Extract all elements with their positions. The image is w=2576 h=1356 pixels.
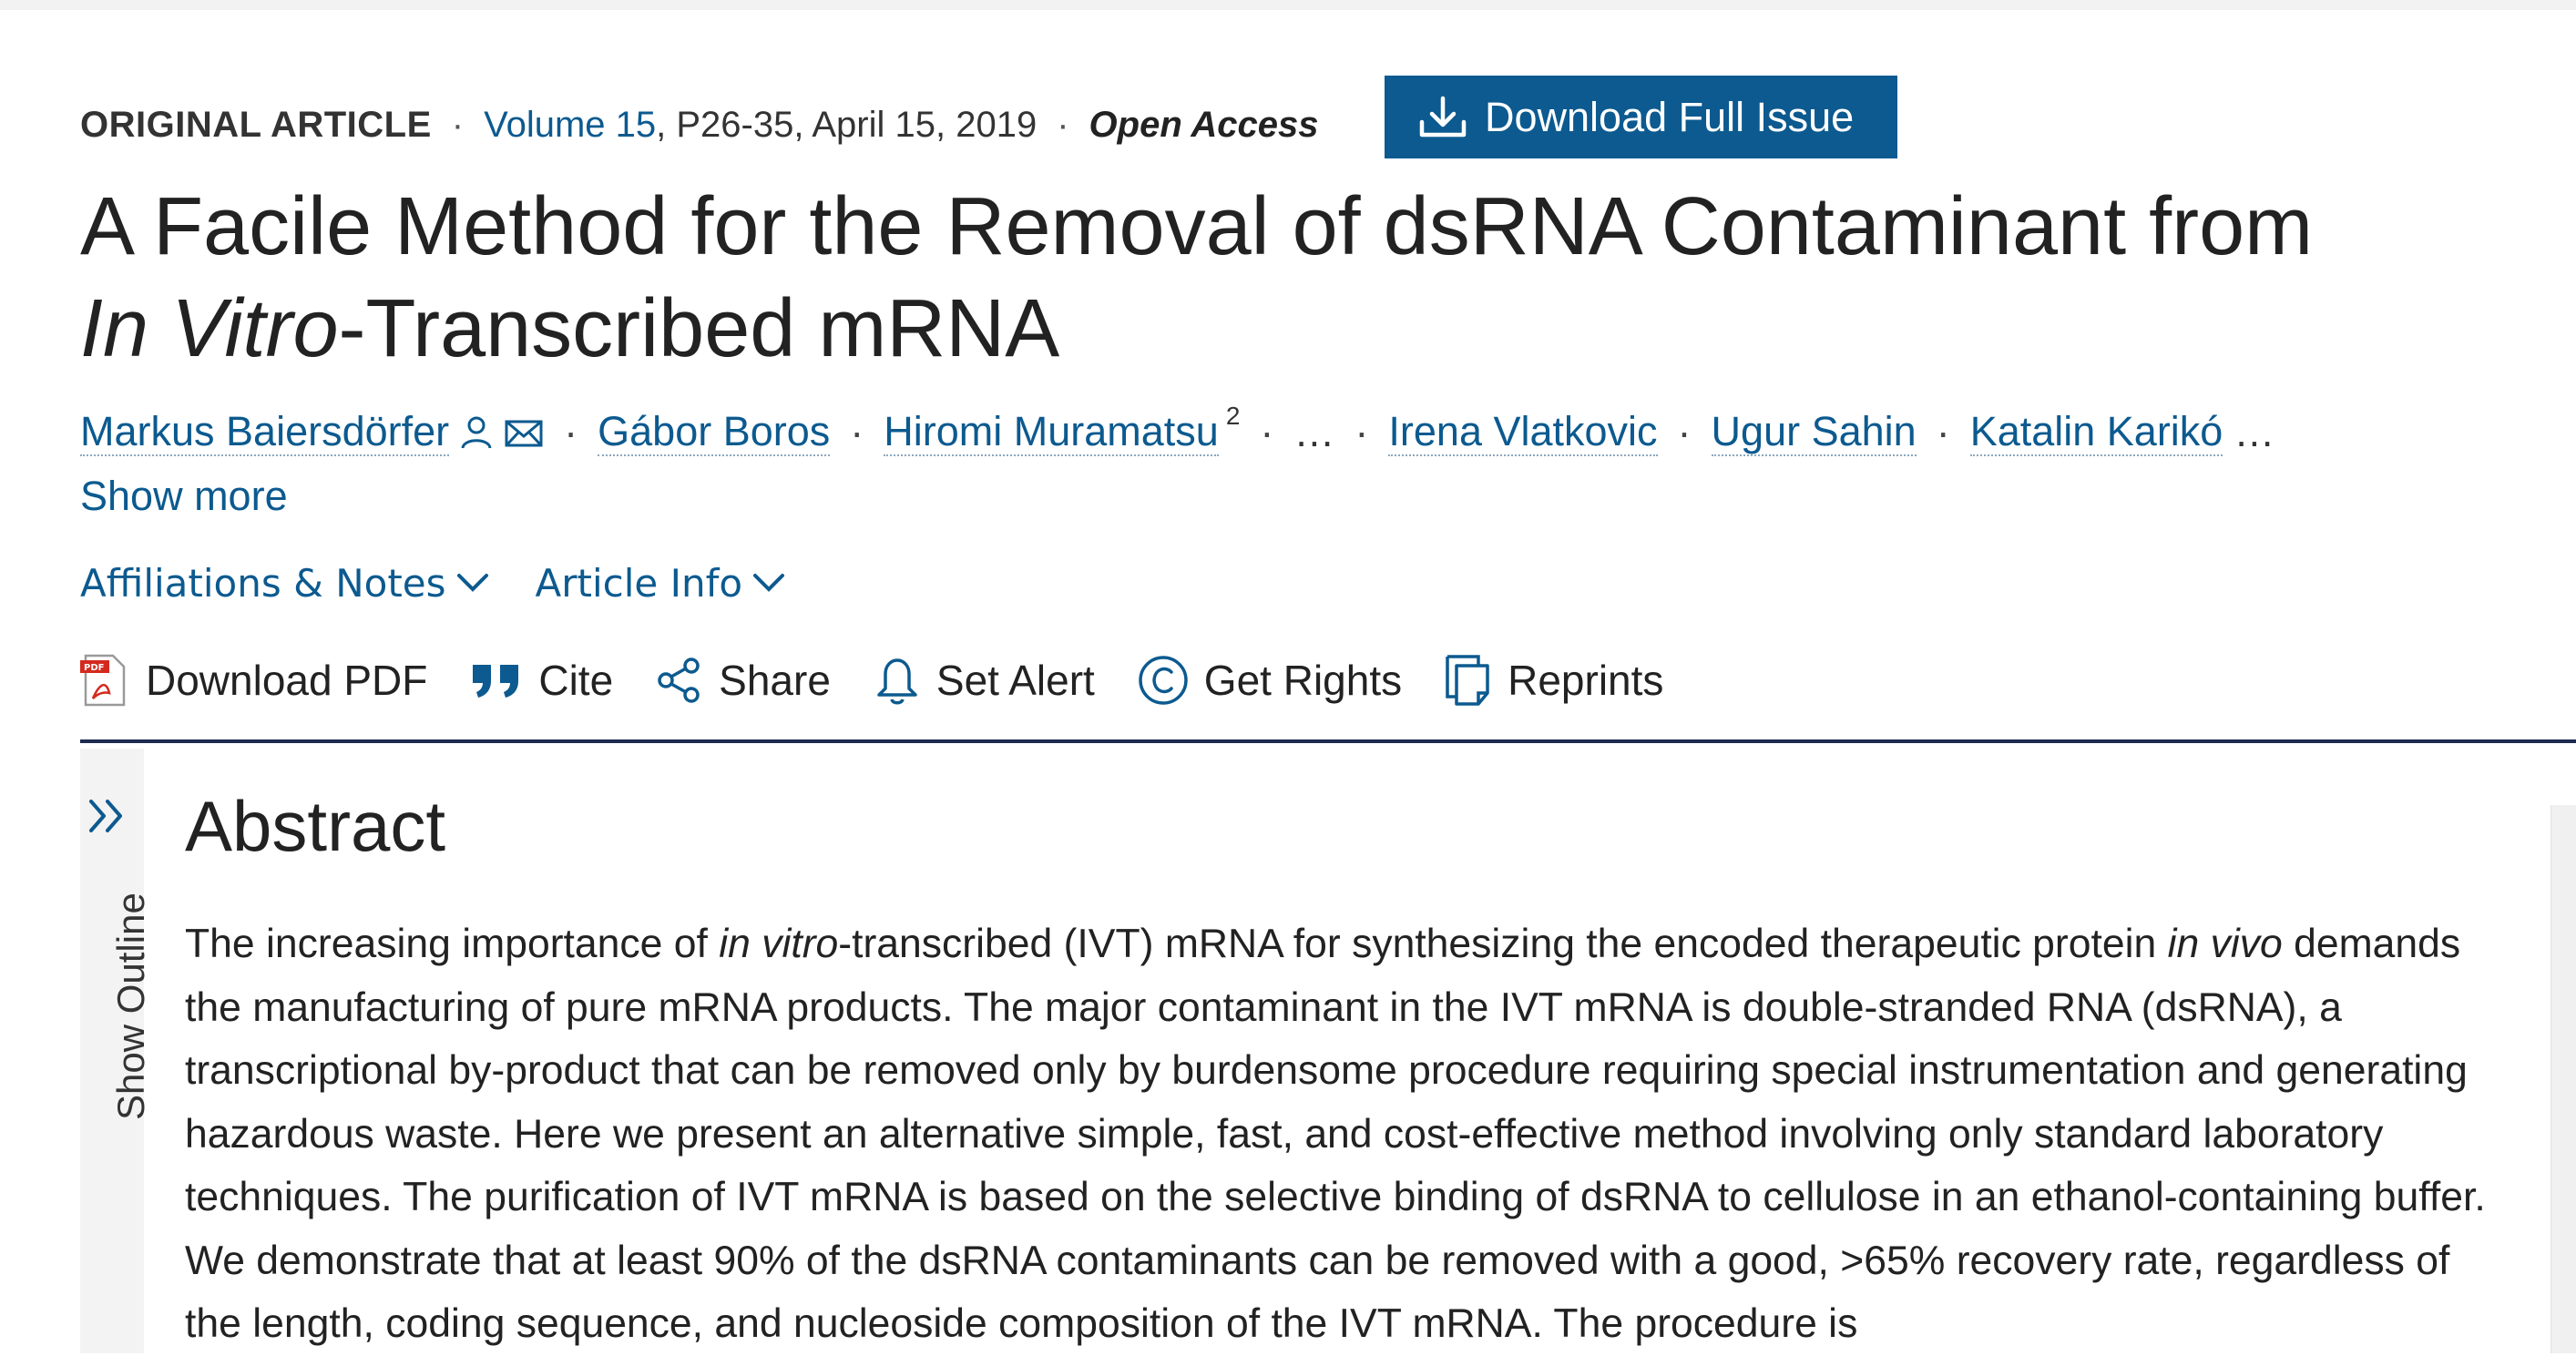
title-line-2: -Transcribed mRNA	[338, 283, 1060, 374]
author-separator: ·	[564, 409, 578, 455]
title-line-1: A Facile Method for the Removal of dsRNA…	[80, 181, 2314, 272]
abstract-text-part: demands the manufacturing of pure mRNA p…	[185, 922, 2486, 1346]
download-icon	[1419, 96, 1467, 137]
quote-icon	[473, 665, 519, 698]
abstract-heading: Abstract	[185, 786, 446, 866]
copyright-icon	[1139, 656, 1188, 705]
share-label: Share	[719, 657, 831, 704]
author-link[interactable]: Hiromi Muramatsu	[884, 409, 1219, 456]
meta-separator: ·	[451, 104, 465, 145]
title-italic: In Vitro	[80, 283, 339, 374]
download-full-issue-label: Download Full Issue	[1485, 93, 1855, 140]
article-meta: ORIGINAL ARTICLE · Volume 15 , P26-35, A…	[80, 96, 1319, 154]
abstract-text-part: The increasing importance of	[185, 922, 720, 966]
article-info-label: Article Info	[535, 560, 743, 606]
get-rights-button[interactable]: Get Rights	[1137, 654, 1402, 707]
reprints-icon	[1446, 655, 1489, 706]
share-icon	[658, 658, 700, 703]
scrollbar[interactable]	[2550, 805, 2576, 1353]
abstract-italic: in vitro	[719, 922, 839, 966]
author-link[interactable]: Irena Vlatkovic	[1388, 409, 1658, 456]
person-icon	[458, 413, 495, 452]
cite-label: Cite	[538, 657, 614, 704]
get-rights-label: Get Rights	[1203, 657, 1403, 704]
author-link[interactable]: Gábor Boros	[598, 409, 831, 456]
show-outline-label[interactable]: Show Outline	[109, 892, 153, 1120]
article-info-toggle[interactable]: Article Info	[536, 561, 787, 606]
author-separator: ·	[1260, 409, 1274, 455]
email-icon[interactable]	[504, 414, 544, 451]
abstract-text: The increasing importance of in vitro-tr…	[185, 912, 2517, 1356]
show-more-authors-link[interactable]: Show more	[80, 469, 288, 524]
author-separator: ·	[850, 409, 864, 455]
set-alert-button[interactable]: Set Alert	[873, 654, 1095, 707]
reprints-label: Reprints	[1508, 657, 1664, 704]
author-ellipsis: …	[2234, 409, 2275, 455]
article-title: A Facile Method for the Removal of dsRNA…	[80, 176, 2485, 380]
pdf-icon: PDF	[80, 654, 126, 707]
author-list: Markus Baiersdörfer · Gábor Boros · Hiro…	[80, 402, 2275, 460]
open-access-label: Open Access	[1089, 104, 1319, 145]
author-separator: ·	[1936, 409, 1950, 455]
author-separator: ·	[1354, 409, 1369, 455]
author-link[interactable]: Ugur Sahin	[1711, 409, 1917, 456]
article-type: ORIGINAL ARTICLE	[80, 104, 432, 145]
affiliations-toggle[interactable]: Affiliations & Notes	[80, 561, 490, 606]
affiliation-superscript: 2	[1225, 402, 1241, 430]
download-pdf-button[interactable]: PDF Download PDF	[78, 653, 427, 708]
author-separator: ·	[1677, 409, 1692, 455]
article-toolbar: PDF Download PDF Cite Share Set Alert Ge…	[78, 648, 1705, 712]
pages-date: , P26-35, April 15, 2019	[656, 104, 1038, 145]
abstract-italic: in vivo	[2167, 922, 2283, 966]
author-link[interactable]: Katalin Karikó	[1969, 409, 2223, 456]
double-chevron-right-icon	[89, 800, 122, 832]
download-pdf-label: Download PDF	[146, 657, 428, 704]
top-band	[0, 0, 2576, 10]
download-full-issue-button[interactable]: Download Full Issue	[1385, 76, 1897, 158]
reprints-button[interactable]: Reprints	[1444, 653, 1663, 708]
abstract-text-part: -transcribed (IVT) mRNA for synthesizing…	[838, 922, 2168, 966]
share-button[interactable]: Share	[655, 656, 831, 705]
author-ellipsis: …	[1293, 409, 1335, 455]
affiliations-label: Affiliations & Notes	[80, 560, 446, 606]
info-links: Affiliations & Notes Article Info	[80, 557, 832, 608]
chevron-down-icon	[456, 574, 488, 592]
svg-text:PDF: PDF	[84, 663, 104, 673]
set-alert-label: Set Alert	[935, 657, 1095, 704]
cite-button[interactable]: Cite	[469, 656, 613, 705]
meta-separator: ·	[1057, 104, 1069, 145]
volume-link[interactable]: Volume 15	[484, 105, 656, 146]
chevron-down-icon	[753, 574, 785, 592]
bell-icon	[877, 658, 917, 705]
author-link[interactable]: Markus Baiersdörfer	[80, 409, 450, 456]
section-divider	[80, 739, 2576, 743]
